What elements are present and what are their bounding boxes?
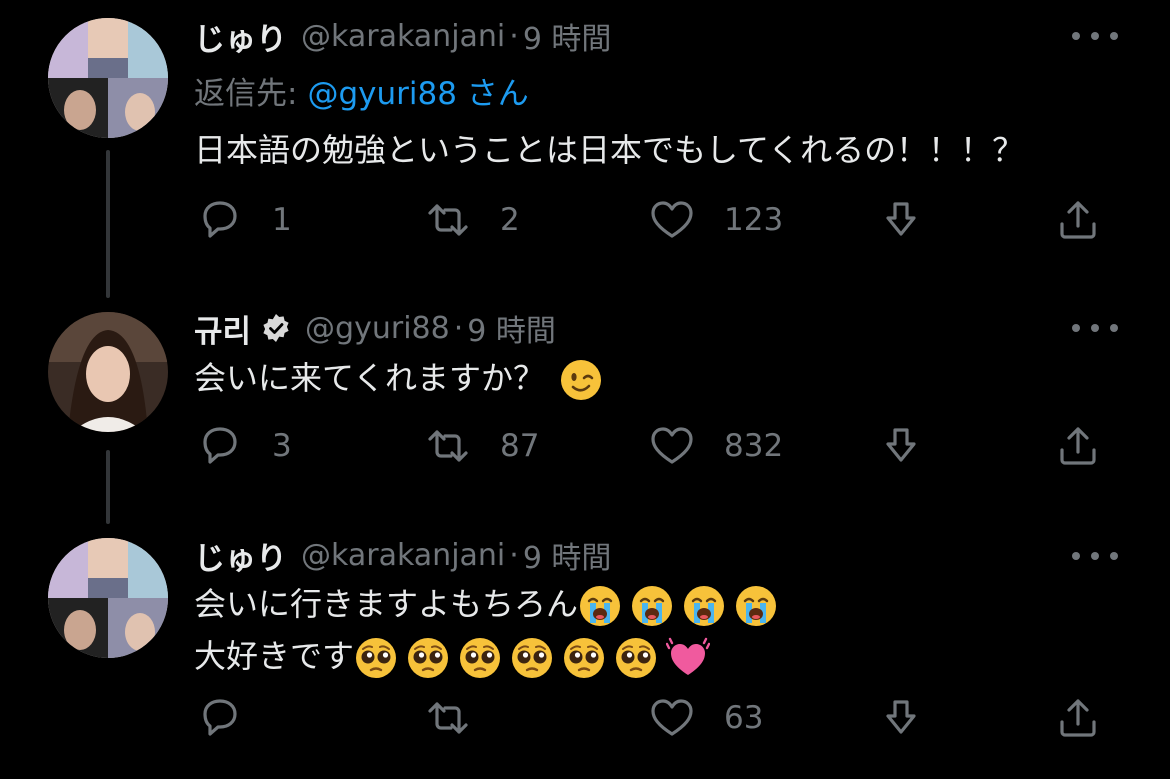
- timestamp[interactable]: 9 時間: [467, 306, 556, 350]
- loudly-crying-face-emoji-icon: [630, 584, 674, 628]
- retweet-icon: [428, 702, 468, 734]
- timestamp[interactable]: 9 時間: [523, 533, 612, 577]
- username[interactable]: @karakanjani: [301, 19, 505, 54]
- like-button[interactable]: 63: [648, 688, 763, 748]
- tweet-actions: 3 87 832: [0, 416, 1170, 476]
- tweet-text: 日本語の勉強ということは日本でもしてくれるの！！！？: [194, 131, 1025, 169]
- heart-icon: [651, 201, 693, 238]
- username[interactable]: @gyuri88: [305, 311, 450, 346]
- share-button[interactable]: [1054, 688, 1102, 748]
- avatar[interactable]: [48, 538, 168, 658]
- separator-dot: ·: [453, 310, 464, 346]
- retweet-count: 2: [500, 202, 520, 238]
- tweet-actions: 1 2 123: [0, 190, 1170, 250]
- winking-face-emoji-icon: [559, 358, 603, 402]
- reply-icon: [203, 427, 237, 464]
- separator-dot: ·: [509, 537, 519, 573]
- retweet-button[interactable]: [424, 688, 472, 748]
- pleading-face-emoji-icon: [406, 636, 450, 680]
- download-icon: [886, 700, 916, 734]
- retweet-button[interactable]: 87: [424, 416, 539, 476]
- display-name[interactable]: じゅり: [194, 533, 287, 578]
- download-icon: [886, 428, 916, 462]
- more-options-icon[interactable]: [1072, 548, 1118, 564]
- download-button[interactable]: [877, 688, 925, 748]
- heart-icon: [651, 427, 693, 464]
- display-name[interactable]: じゅり: [194, 14, 287, 59]
- tweet-text-line-2: 大好きです: [194, 637, 355, 675]
- loudly-crying-face-emoji-icon: [682, 584, 726, 628]
- share-button[interactable]: [1054, 416, 1102, 476]
- reply-count: 3: [272, 428, 292, 464]
- share-icon: [1060, 427, 1096, 465]
- username[interactable]: @karakanjani: [301, 538, 505, 573]
- like-count: 832: [724, 428, 784, 464]
- tweet-header: じゅり @karakanjani · 9 時間: [194, 14, 612, 59]
- like-button[interactable]: 832: [648, 416, 783, 476]
- like-count: 123: [724, 202, 784, 238]
- tweet-text-line-1: 会いに行きますよもちろん: [194, 585, 579, 623]
- like-button[interactable]: 123: [648, 190, 783, 250]
- pleading-face-emoji-icon: [458, 636, 502, 680]
- reply-icon: [203, 201, 237, 238]
- tweet-text-content: 会いに来てくれますか？: [194, 359, 546, 397]
- separator-dot: ·: [509, 18, 519, 54]
- pleading-face-emoji-icon: [614, 636, 658, 680]
- replying-to-label: 返信先:: [194, 76, 298, 112]
- tweet-header: 규리 @gyuri88 · 9 時間: [194, 306, 556, 351]
- retweet-icon: [428, 430, 468, 462]
- retweet-icon: [428, 204, 468, 236]
- loudly-crying-face-emoji-icon: [734, 584, 778, 628]
- share-button[interactable]: [1054, 190, 1102, 250]
- heart-icon: [651, 699, 693, 736]
- tweet-header: じゅり @karakanjani · 9 時間: [194, 533, 612, 578]
- pleading-face-emoji-icon: [354, 636, 398, 680]
- verified-badge-icon: [263, 314, 289, 342]
- tweet-text: 会いに来てくれますか？: [194, 352, 603, 404]
- tweet-text: 会いに行きますよもちろん 大好きです: [194, 578, 778, 682]
- reply-icon: [203, 699, 237, 736]
- download-button[interactable]: [877, 416, 925, 476]
- retweet-button[interactable]: 2: [424, 190, 520, 250]
- replying-to: 返信先: @gyuri88 さん: [194, 68, 529, 113]
- more-options-icon[interactable]: [1072, 320, 1118, 336]
- avatar[interactable]: [48, 18, 168, 138]
- avatar[interactable]: [48, 312, 168, 432]
- growing-heart-emoji-icon: [666, 637, 711, 677]
- share-icon: [1060, 699, 1096, 737]
- reply-button[interactable]: [196, 688, 244, 748]
- reply-button[interactable]: 1: [196, 190, 292, 250]
- mention-link[interactable]: @gyuri88 さん: [307, 76, 528, 112]
- like-count: 63: [724, 700, 764, 736]
- retweet-count: 87: [500, 428, 540, 464]
- display-name[interactable]: 규리: [194, 306, 251, 351]
- pleading-face-emoji-icon: [562, 636, 606, 680]
- timestamp[interactable]: 9 時間: [523, 14, 612, 58]
- loudly-crying-face-emoji-icon: [578, 584, 622, 628]
- tweet-actions: 63: [0, 688, 1170, 748]
- reply-button[interactable]: 3: [196, 416, 292, 476]
- reply-count: 1: [272, 202, 292, 238]
- pleading-face-emoji-icon: [510, 636, 554, 680]
- download-button[interactable]: [877, 190, 925, 250]
- share-icon: [1060, 201, 1096, 239]
- download-icon: [886, 202, 916, 236]
- more-options-icon[interactable]: [1072, 28, 1118, 44]
